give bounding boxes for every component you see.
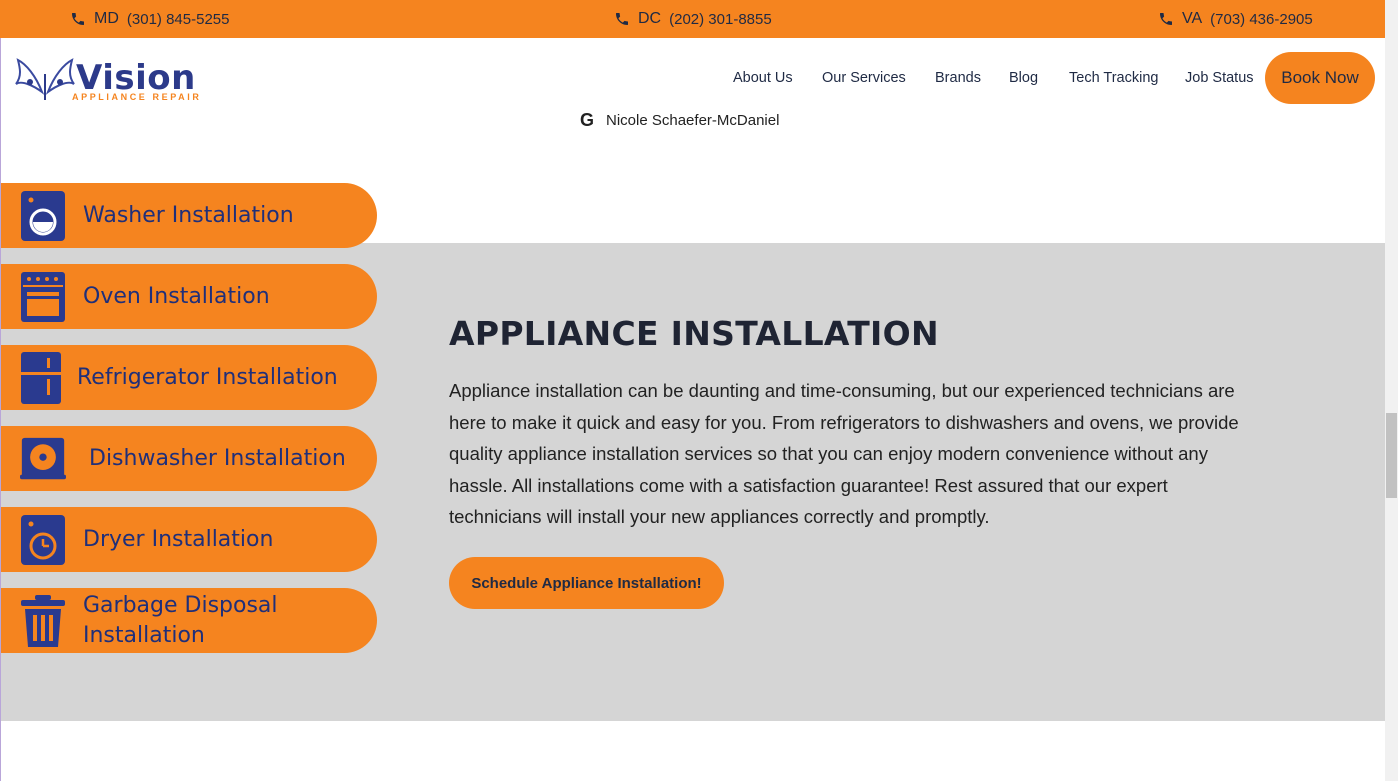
phone-icon — [616, 13, 628, 25]
review-author-name: Nicole Schaefer-McDaniel — [606, 111, 780, 129]
service-label-line1: Garbage Disposal — [83, 592, 278, 618]
site-header: Vision APPLIANCE REPAIR About Us Our Ser… — [0, 38, 1385, 118]
nav-tech-tracking[interactable]: Tech Tracking — [1069, 70, 1158, 86]
nav-blog[interactable]: Blog — [1009, 70, 1038, 86]
phone-dc[interactable]: DC (202) 301-8855 — [614, 0, 772, 38]
page-title: APPLIANCE INSTALLATION — [449, 314, 939, 353]
phone-number: (202) 301-8855 — [669, 10, 772, 28]
service-label: Garbage Disposal Installation — [83, 591, 278, 651]
service-label: Washer Installation — [83, 202, 294, 228]
scrollbar-track[interactable] — [1385, 0, 1398, 781]
nav-about-us[interactable]: About Us — [733, 70, 793, 86]
phone-icon — [72, 13, 84, 25]
book-now-button[interactable]: Book Now — [1265, 52, 1375, 104]
service-label: Oven Installation — [83, 283, 270, 309]
section-description: Appliance installation can be daunting a… — [449, 380, 1239, 527]
schedule-installation-button[interactable]: Schedule Appliance Installation! — [449, 557, 724, 609]
phone-state: VA — [1182, 10, 1203, 27]
phone-number: (301) 845-5255 — [126, 10, 230, 28]
service-label-line2: Installation — [83, 622, 205, 648]
phone-va[interactable]: VA (703) 436-2905 — [1158, 0, 1313, 38]
dishwasher-icon — [20, 434, 66, 484]
service-oven-installation[interactable]: Oven Installation — [0, 264, 377, 329]
service-garbage-disposal-installation[interactable]: Garbage Disposal Installation — [0, 588, 377, 653]
phone-state: DC — [638, 10, 662, 27]
phone-state: MD — [94, 10, 119, 27]
service-label: Dryer Installation — [83, 526, 274, 552]
main-nav: About Us Our Services Brands Blog Tech T… — [0, 38, 1265, 118]
trash-icon — [20, 594, 66, 647]
refrigerator-icon — [18, 351, 64, 404]
service-label: Dishwasher Installation — [89, 445, 346, 471]
service-label: Refrigerator Installation — [77, 364, 338, 390]
review-author: G Nicole Schaefer-McDaniel — [580, 110, 779, 130]
phone-md[interactable]: MD (301) 845-5255 — [70, 0, 229, 38]
phone-number: (703) 436-2905 — [1210, 10, 1313, 28]
phone-icon — [1160, 13, 1172, 25]
nav-our-services[interactable]: Our Services — [822, 70, 906, 86]
page-left-border — [0, 38, 1, 781]
service-refrigerator-installation[interactable]: Refrigerator Installation — [0, 345, 377, 410]
oven-icon — [20, 271, 66, 322]
washer-icon — [20, 190, 66, 241]
google-icon: G — [580, 110, 595, 130]
scrollbar-thumb[interactable] — [1386, 413, 1397, 498]
page: MD (301) 845-5255 DC (202) 301-8855 VA (… — [0, 0, 1398, 781]
service-dryer-installation[interactable]: Dryer Installation — [0, 507, 377, 572]
service-dishwasher-installation[interactable]: Dishwasher Installation — [0, 426, 377, 491]
nav-brands[interactable]: Brands — [935, 70, 981, 86]
service-washer-installation[interactable]: Washer Installation — [0, 183, 377, 248]
top-contact-bar: MD (301) 845-5255 DC (202) 301-8855 VA (… — [0, 0, 1385, 38]
dryer-icon — [20, 514, 66, 565]
nav-job-status[interactable]: Job Status — [1185, 70, 1254, 86]
